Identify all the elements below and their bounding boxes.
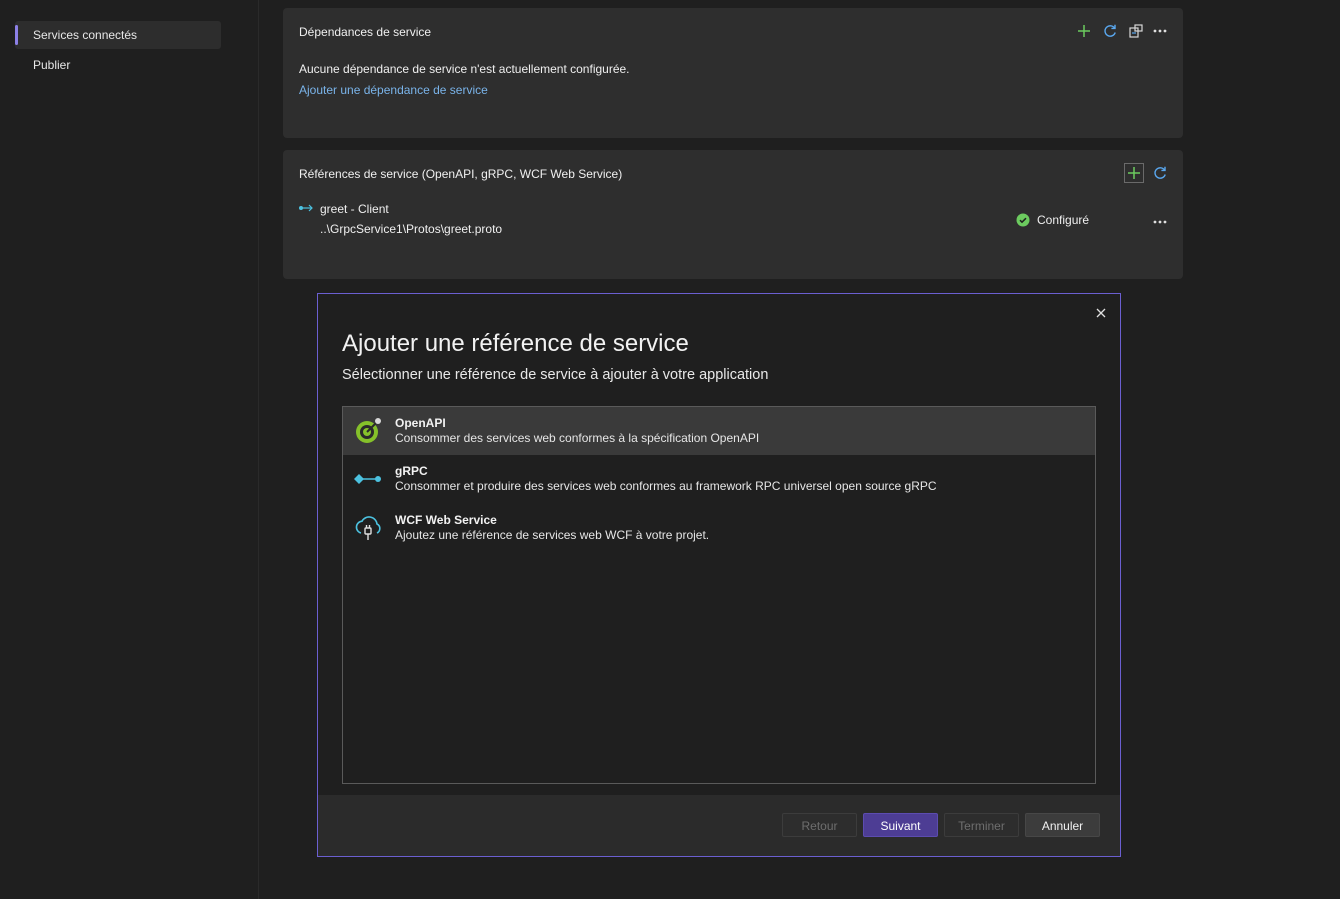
- grpc-icon: [299, 202, 315, 216]
- list-item-wcf[interactable]: WCF Web Service Ajoutez une référence de…: [343, 504, 1095, 552]
- grpc-icon: [353, 464, 383, 494]
- card-title: Dépendances de service: [299, 25, 432, 39]
- add-icon[interactable]: [1074, 21, 1094, 41]
- openapi-icon: [353, 416, 383, 446]
- sidebar-item-publish[interactable]: Publier: [15, 51, 221, 79]
- status-text: Configuré: [1037, 213, 1090, 227]
- option-description: Consommer et produire des services web c…: [395, 479, 937, 493]
- service-type-list[interactable]: OpenAPI Consommer des services web confo…: [342, 406, 1096, 784]
- manage-icon[interactable]: [1126, 21, 1146, 41]
- refresh-icon[interactable]: [1150, 163, 1170, 183]
- close-icon[interactable]: [1092, 304, 1110, 322]
- option-name: WCF Web Service: [395, 513, 497, 527]
- service-references-card: Références de service (OpenAPI, gRPC, WC…: [283, 150, 1183, 279]
- dialog-title: Ajouter une référence de service: [342, 330, 689, 357]
- add-icon[interactable]: [1124, 163, 1144, 183]
- sidebar-item-label: Publier: [33, 58, 71, 72]
- list-item-openapi[interactable]: OpenAPI Consommer des services web confo…: [343, 407, 1095, 455]
- back-button[interactable]: Retour: [782, 813, 857, 837]
- cancel-button[interactable]: Annuler: [1025, 813, 1100, 837]
- sidebar-item-connected-services[interactable]: Services connectés: [15, 21, 221, 49]
- reference-path: ..\GrpcService1\Protos\greet.proto: [320, 222, 503, 236]
- service-reference-item[interactable]: greet - Client ..\GrpcService1\Protos\gr…: [299, 200, 1179, 240]
- add-dependency-link[interactable]: Ajouter une dépendance de service: [299, 83, 488, 97]
- more-icon[interactable]: [1150, 21, 1170, 41]
- sidebar: Services connectés Publier: [0, 0, 259, 899]
- option-description: Ajoutez une référence de services web WC…: [395, 528, 710, 542]
- list-item-grpc[interactable]: gRPC Consommer et produire des services …: [343, 455, 1095, 503]
- finish-button[interactable]: Terminer: [944, 813, 1019, 837]
- card-title: Références de service (OpenAPI, gRPC, WC…: [299, 167, 623, 181]
- option-name: OpenAPI: [395, 416, 446, 430]
- reference-name: greet - Client: [320, 202, 389, 216]
- wcf-icon: [353, 513, 383, 543]
- dialog-footer: Retour Suivant Terminer Annuler: [318, 795, 1120, 856]
- refresh-icon[interactable]: [1100, 21, 1120, 41]
- check-circle-icon: [1016, 213, 1030, 230]
- add-service-reference-dialog: Ajouter une référence de service Sélecti…: [317, 293, 1121, 857]
- option-description: Consommer des services web conformes à l…: [395, 431, 760, 445]
- service-dependencies-card: Dépendances de service Aucune dépendance…: [283, 8, 1183, 138]
- next-button[interactable]: Suivant: [863, 813, 938, 837]
- empty-dependencies-text: Aucune dépendance de service n'est actue…: [299, 62, 630, 76]
- more-icon[interactable]: [1150, 212, 1170, 232]
- sidebar-item-label: Services connectés: [33, 28, 138, 42]
- option-name: gRPC: [395, 464, 428, 478]
- dialog-subtitle: Sélectionner une référence de service à …: [342, 367, 769, 383]
